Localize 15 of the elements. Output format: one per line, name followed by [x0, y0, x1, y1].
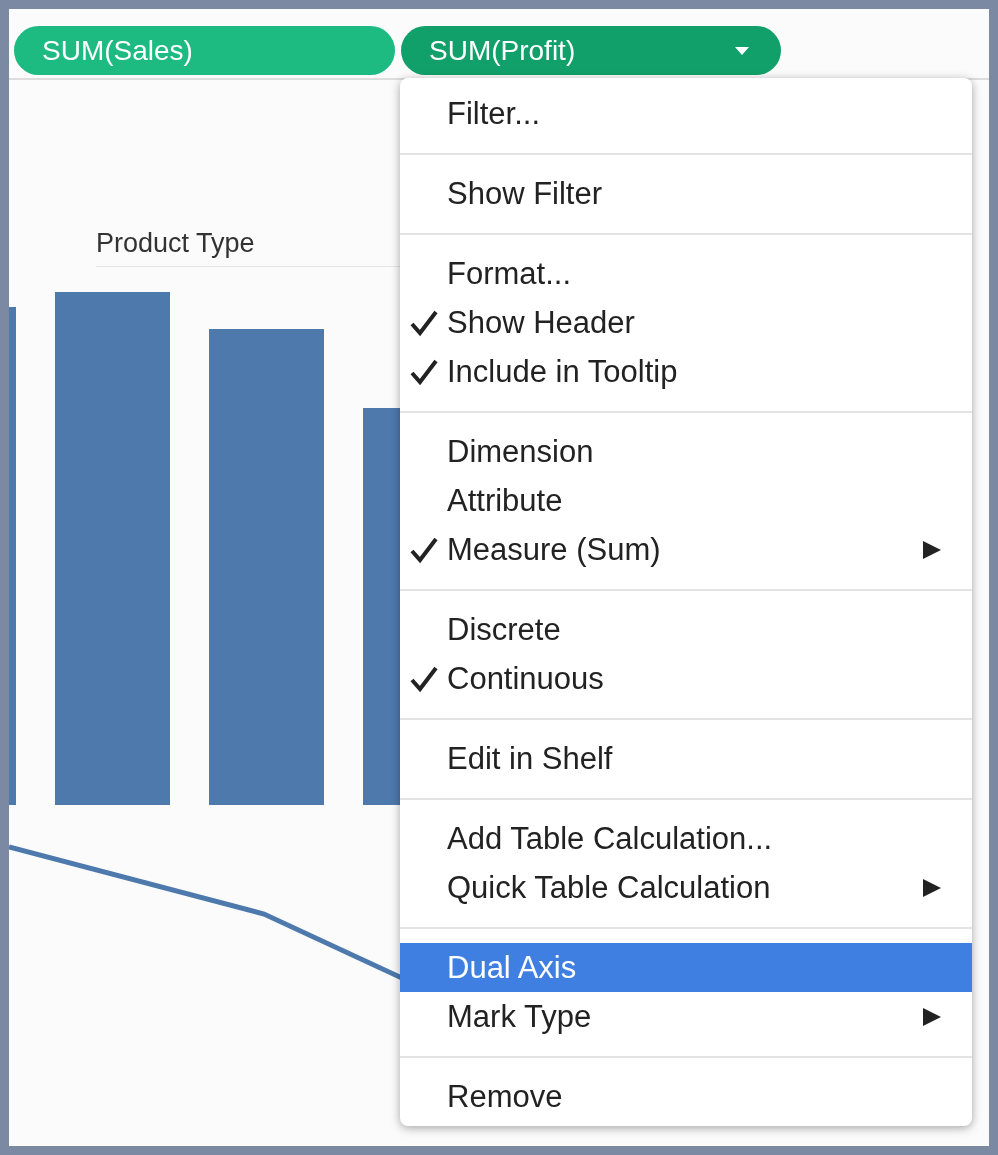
menu-item[interactable]: Add Table Calculation... [400, 814, 972, 863]
menu-item[interactable]: Dimension [400, 427, 972, 476]
menu-item[interactable]: Show Header [400, 298, 972, 347]
menu-item[interactable]: Measure (Sum) [400, 525, 972, 574]
menu-item[interactable]: Quick Table Calculation [400, 863, 972, 912]
menu-item[interactable]: Edit in Shelf [400, 734, 972, 783]
menu-item[interactable]: Remove [400, 1072, 972, 1121]
menu-item[interactable]: Continuous [400, 654, 972, 703]
menu-item[interactable]: Include in Tooltip [400, 347, 972, 396]
menu-item[interactable]: Attribute [400, 476, 972, 525]
menu-item[interactable]: Dual Axis [400, 943, 972, 992]
menu-item[interactable]: Filter... [400, 89, 972, 138]
menu-item[interactable]: Discrete [400, 605, 972, 654]
menu-item[interactable]: Show Filter [400, 169, 972, 218]
menu-item[interactable]: Mark Type [400, 992, 972, 1041]
